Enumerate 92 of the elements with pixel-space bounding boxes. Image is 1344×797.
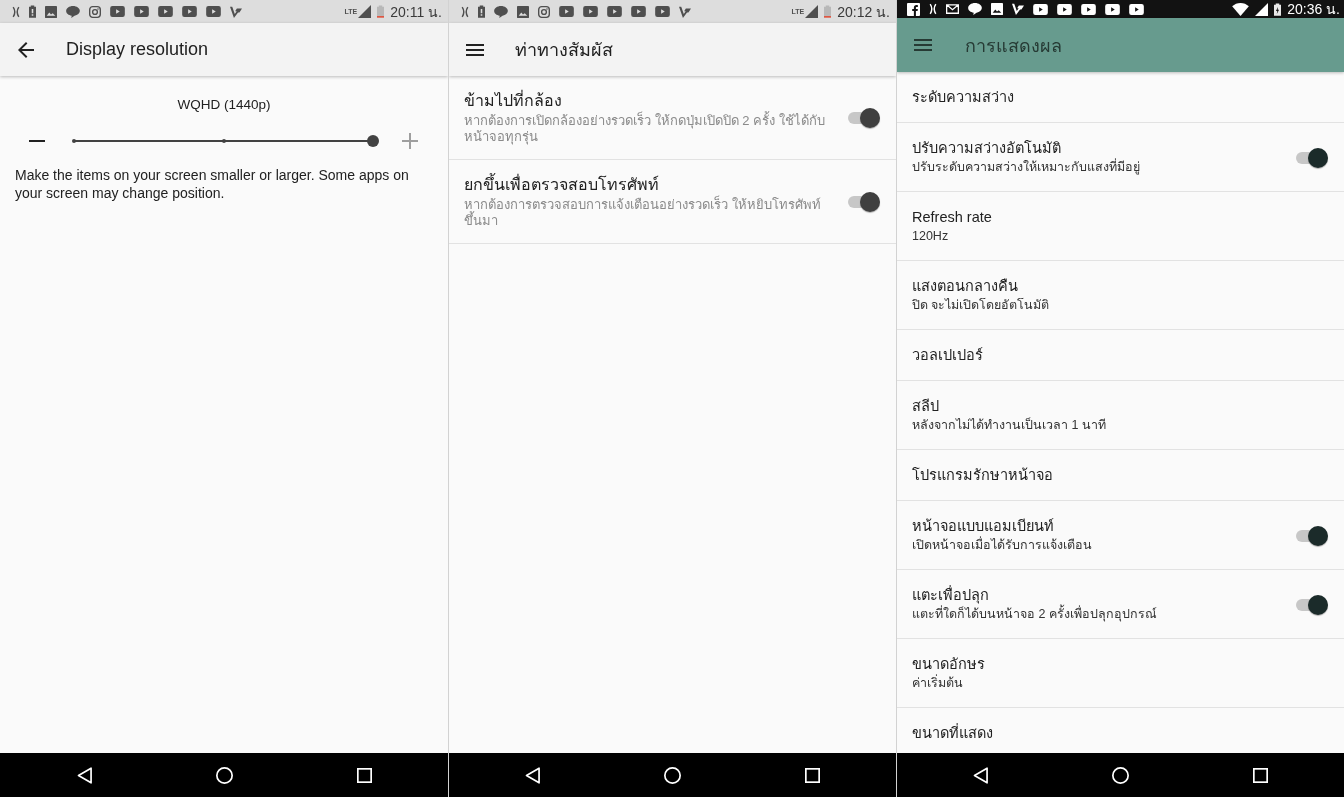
back-icon bbox=[76, 766, 92, 784]
wifi-icon bbox=[1232, 2, 1250, 16]
setting-title[interactable]: ข้ามไปที่กล้อง bbox=[464, 91, 562, 111]
play-icon bbox=[583, 6, 598, 17]
screen-title: Display resolution bbox=[66, 39, 209, 60]
recents-icon bbox=[805, 767, 820, 783]
play-icon bbox=[1057, 3, 1072, 15]
slider-tick bbox=[221, 139, 226, 143]
toggle-switch[interactable] bbox=[1294, 525, 1328, 546]
slider-tick bbox=[72, 139, 76, 143]
battery-alert-icon bbox=[478, 5, 485, 18]
clock-time: 20:12 น. bbox=[837, 3, 890, 20]
description-text: Make the items on your screen smaller or larger. Some apps on your screen may change position. bbox=[15, 166, 410, 202]
back-icon bbox=[525, 766, 540, 784]
camera-icon bbox=[89, 5, 101, 18]
setting-title[interactable]: Refresh rate bbox=[912, 208, 992, 227]
check-icon bbox=[1012, 3, 1024, 15]
image-icon bbox=[991, 3, 1003, 15]
plus-icon bbox=[402, 133, 418, 149]
setting-summary: หากต้องการเปิดกล้องอย่างรวดเร็ว ให้กดปุ่มเปิดปิด 2 ครั้ง ใช้ได้กับหน้าจอทุกรุ่น bbox=[464, 113, 826, 145]
setting-title[interactable]: ยกขึ้นเพื่อตรวจสอบโทรศัพท์ bbox=[464, 175, 659, 195]
setting-title[interactable]: ขนาดที่แสดง bbox=[912, 724, 993, 743]
play-icon bbox=[1081, 3, 1096, 15]
home-icon bbox=[215, 766, 233, 784]
setting-title[interactable]: ปรับความสว่างอัตโนมัติ bbox=[912, 139, 1061, 158]
play-icon bbox=[607, 6, 622, 17]
setting-summary: หลังจากไม่ได้ทำงานเป็นเวลา 1 นาที bbox=[912, 416, 1106, 434]
play-icon bbox=[158, 6, 173, 17]
signal-icon bbox=[805, 5, 819, 18]
setting-summary: 120Hz bbox=[912, 228, 949, 245]
minus-icon bbox=[29, 140, 45, 142]
screen-title: ท่าทางสัมผัส bbox=[515, 39, 613, 62]
check-icon bbox=[679, 5, 691, 18]
play-icon bbox=[559, 6, 574, 17]
clock-time: 20:36 น. bbox=[1287, 1, 1340, 17]
setting-summary: ค่าเริ่มต้น bbox=[912, 674, 963, 692]
setting-summary: ปิด จะไม่เปิดโดยอัตโนมัติ bbox=[912, 297, 1050, 314]
setting-summary: หากต้องการตรวจสอบการแจ้งเตือนอย่างรวดเร็ว ให้หยิบโทรศัพท์ขึ้นมา bbox=[464, 197, 822, 229]
back-arrow-icon bbox=[18, 41, 34, 58]
home-icon bbox=[664, 766, 681, 784]
menu-icon bbox=[914, 39, 932, 51]
nfc-icon bbox=[461, 5, 469, 18]
play-icon bbox=[1129, 3, 1144, 15]
recents-icon bbox=[356, 767, 372, 783]
play-icon bbox=[182, 6, 197, 17]
signal-icon bbox=[358, 5, 372, 18]
play-icon bbox=[110, 6, 125, 17]
nfc-icon bbox=[929, 3, 937, 15]
resolution-value: WQHD (1440p) bbox=[177, 97, 271, 113]
toggle-switch[interactable] bbox=[846, 192, 880, 212]
play-icon bbox=[206, 6, 221, 17]
back-button[interactable] bbox=[17, 40, 35, 59]
camera-icon bbox=[538, 5, 550, 18]
recents-icon bbox=[1253, 767, 1268, 783]
battery-icon bbox=[824, 5, 832, 18]
setting-title[interactable]: โปรแกรมรักษาหน้าจอ bbox=[912, 466, 1053, 485]
play-icon bbox=[631, 6, 646, 17]
nfc-icon bbox=[12, 5, 20, 18]
image-icon bbox=[517, 5, 529, 18]
setting-title[interactable]: แตะเพื่อปลุก bbox=[912, 586, 989, 605]
setting-title[interactable]: ระดับความสว่าง bbox=[912, 88, 1014, 107]
setting-summary: เปิดหน้าจอเมื่อได้รับการแจ้งเตือน bbox=[912, 536, 1092, 554]
menu-icon bbox=[466, 43, 484, 56]
toggle-switch[interactable] bbox=[846, 108, 880, 128]
screen-title: การแสดงผล bbox=[965, 34, 1062, 58]
play-icon bbox=[1033, 3, 1048, 15]
setting-title[interactable]: วอลเปเปอร์ bbox=[912, 346, 983, 365]
signal-icon bbox=[1255, 2, 1269, 16]
play-icon bbox=[1105, 3, 1120, 15]
setting-title[interactable]: แสงตอนกลางคืน bbox=[912, 277, 1018, 296]
setting-summary: ปรับระดับความสว่างให้เหมาะกับแสงที่มีอยู่ bbox=[912, 158, 1140, 176]
back-icon bbox=[973, 766, 988, 784]
setting-title[interactable]: สลีป bbox=[912, 397, 939, 416]
toggle-switch[interactable] bbox=[1294, 147, 1328, 168]
home-icon bbox=[1112, 766, 1129, 784]
image-icon bbox=[45, 5, 57, 18]
slider-thumb[interactable] bbox=[367, 135, 379, 147]
chat-bubble-icon bbox=[494, 5, 508, 18]
check-icon bbox=[230, 5, 242, 18]
battery-alert-icon bbox=[29, 5, 36, 18]
chat-bubble-icon bbox=[968, 3, 982, 15]
play-icon bbox=[655, 6, 670, 17]
f-logo-icon bbox=[907, 2, 920, 16]
setting-title[interactable]: หน้าจอแบบแอมเบียนท์ bbox=[912, 517, 1054, 536]
battery-icon bbox=[377, 5, 385, 18]
setting-summary: แตะที่ใดก็ได้บนหน้าจอ 2 ครั้งเพื่อปลุกอุปกรณ์ bbox=[912, 605, 1157, 623]
toggle-switch[interactable] bbox=[1294, 594, 1328, 615]
mail-icon bbox=[946, 4, 959, 14]
setting-title[interactable]: ขนาดอักษร bbox=[912, 655, 985, 674]
play-icon bbox=[134, 6, 149, 17]
chat-bubble-icon bbox=[66, 5, 80, 18]
clock-time: 20:11 น. bbox=[390, 3, 442, 20]
